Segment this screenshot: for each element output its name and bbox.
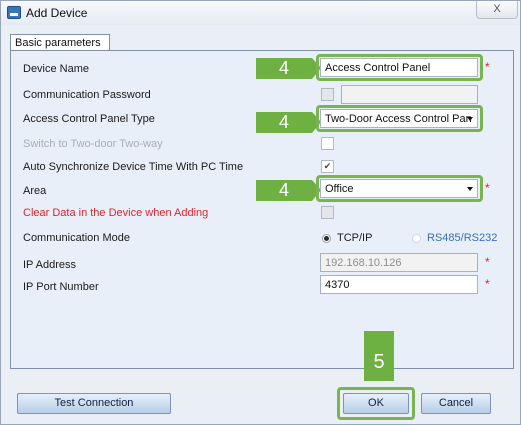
ip-address-input[interactable]: 192.168.10.126 bbox=[320, 253, 478, 272]
clear-data-checkbox[interactable] bbox=[321, 206, 334, 219]
window-title: Add Device bbox=[26, 6, 88, 20]
required-marker: * bbox=[485, 60, 490, 74]
ip-port-input[interactable]: 4370 bbox=[320, 275, 478, 294]
step-4-marker: 4 bbox=[256, 58, 321, 79]
panel-type-label: Access Control Panel Type bbox=[23, 113, 155, 125]
step-4-marker: 4 bbox=[256, 112, 321, 133]
rs485-radio-label: RS485/RS232 bbox=[427, 232, 498, 244]
switch-two-door-checkbox[interactable] bbox=[321, 137, 334, 150]
required-marker: * bbox=[485, 255, 490, 269]
comm-password-input[interactable] bbox=[341, 85, 478, 104]
device-app-icon bbox=[7, 6, 21, 19]
tcpip-radio[interactable] bbox=[322, 234, 331, 243]
highlight-outline bbox=[316, 105, 483, 132]
step-4-marker: 4 bbox=[256, 180, 321, 201]
device-name-label: Device Name bbox=[23, 63, 90, 75]
auto-sync-label: Auto Synchronize Device Time With PC Tim… bbox=[23, 161, 244, 173]
tcpip-radio-label: TCP/IP bbox=[337, 232, 373, 244]
highlight-outline bbox=[316, 175, 483, 202]
close-button[interactable]: X bbox=[476, 1, 518, 19]
cancel-button[interactable]: Cancel bbox=[421, 393, 491, 414]
required-marker: * bbox=[485, 181, 490, 195]
highlight-outline bbox=[316, 54, 483, 81]
comm-mode-label: Communication Mode bbox=[23, 232, 130, 244]
ip-address-label: IP Address bbox=[23, 259, 76, 271]
highlight-outline bbox=[337, 387, 415, 420]
add-device-dialog: Add Device X Basic parameters Device Nam… bbox=[0, 0, 521, 425]
tab-basic-parameters[interactable]: Basic parameters bbox=[10, 34, 110, 51]
test-connection-button[interactable]: Test Connection bbox=[17, 393, 171, 414]
auto-sync-checkbox[interactable]: ✔ bbox=[321, 160, 334, 173]
step-5-marker: 5 bbox=[364, 331, 394, 381]
title-bar: Add Device X bbox=[1, 1, 520, 25]
ip-port-label: IP Port Number bbox=[23, 281, 99, 293]
rs485-radio[interactable] bbox=[412, 234, 421, 243]
required-marker: * bbox=[485, 277, 490, 291]
comm-password-checkbox[interactable] bbox=[321, 88, 334, 101]
area-label: Area bbox=[23, 185, 47, 197]
clear-data-label: Clear Data in the Device when Adding bbox=[23, 207, 209, 219]
switch-two-door-label: Switch to Two-door Two-way bbox=[23, 138, 163, 150]
comm-password-label: Communication Password bbox=[23, 89, 151, 101]
